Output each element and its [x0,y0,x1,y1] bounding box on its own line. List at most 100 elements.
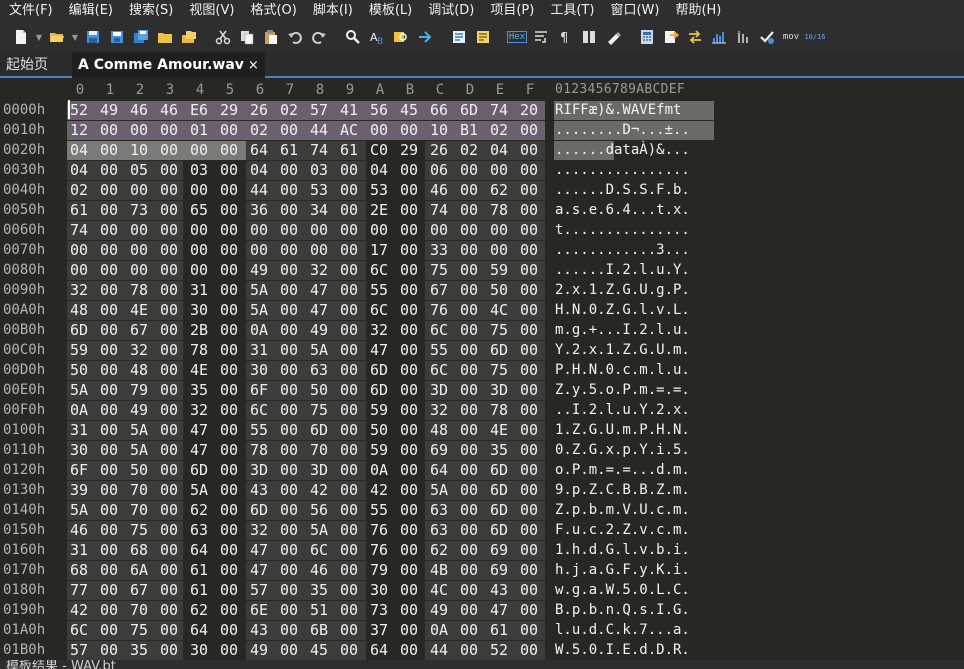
byte-cell[interactable]: 53 [370,181,388,200]
byte-cell[interactable]: 00 [100,521,118,540]
byte-cell[interactable]: 32 [370,321,388,340]
byte-cell[interactable]: 35 [130,641,148,660]
byte-cell[interactable]: 49 [250,641,268,660]
byte-cell[interactable]: 00 [100,401,118,420]
byte-cell[interactable]: 00 [130,181,148,200]
byte-cell[interactable]: 00 [250,241,268,260]
byte-cell[interactable]: 29 [220,101,238,120]
ascii-text[interactable]: l.u.d.C.k.7...a. [555,621,690,640]
byte-cell[interactable]: 31 [70,541,88,560]
byte-cell[interactable]: 00 [220,281,238,300]
byte-cell[interactable]: 35 [310,581,328,600]
byte-cell[interactable]: 00 [160,501,178,520]
byte-cell[interactable]: 00 [130,241,148,260]
byte-cell[interactable]: 00 [280,161,298,180]
ascii-text[interactable]: Y.2.x.1.Z.G.U.m. [555,341,690,360]
hex-row[interactable]: 0090h 32 00 78 00 31 00 5A 00 47 00 55 00 67 00 50 00 2.x… [0,280,964,300]
byte-cell[interactable]: 47 [250,541,268,560]
byte-cell[interactable]: 00 [340,621,358,640]
byte-cell[interactable]: 62 [190,601,208,620]
byte-cell[interactable]: 00 [100,161,118,180]
byte-cell[interactable]: 00 [100,321,118,340]
byte-cell[interactable]: 00 [400,241,418,260]
ascii-text[interactable]: ................ [555,161,690,180]
byte-cell[interactable]: 00 [370,121,388,140]
template-icon[interactable] [448,26,470,48]
swap-icon[interactable] [684,26,706,48]
byte-cell[interactable]: 00 [430,221,448,240]
byte-cell[interactable]: 00 [280,281,298,300]
byte-cell[interactable]: 00 [400,321,418,340]
hex-row[interactable]: 0070h 00 00 00 00 00 00 00 00 00 00 17 00 33 00 00 00...… [0,240,964,260]
byte-cell[interactable]: 00 [520,621,538,640]
byte-cell[interactable]: 6D [490,481,508,500]
byte-cell[interactable]: 49 [430,601,448,620]
menu-item-3[interactable]: 视图(V) [180,0,241,22]
byte-cell[interactable]: 5A [70,381,88,400]
byte-cell[interactable]: 00 [220,361,238,380]
byte-cell[interactable]: AC [340,121,358,140]
byte-cell[interactable]: 00 [400,361,418,380]
menu-item-1[interactable]: 编辑(E) [60,0,120,22]
byte-cell[interactable]: 69 [490,561,508,580]
byte-cell[interactable]: 00 [280,361,298,380]
byte-cell[interactable]: 00 [400,301,418,320]
byte-cell[interactable]: 00 [460,321,478,340]
byte-cell[interactable]: 00 [340,581,358,600]
byte-cell[interactable]: 00 [190,141,208,160]
byte-cell[interactable]: 68 [130,541,148,560]
hex-row[interactable]: 0100h 31 00 5A 00 47 00 55 00 6D 00 50 00 48 00 4E 00 1.Z… [0,420,964,440]
byte-cell[interactable]: 00 [400,261,418,280]
byte-cell[interactable]: 32 [250,521,268,540]
byte-cell[interactable]: 3D [430,381,448,400]
byte-cell[interactable]: 5A [130,441,148,460]
menu-item-2[interactable]: 搜索(S) [120,0,180,22]
byte-cell[interactable]: 30 [250,361,268,380]
byte-cell[interactable]: 4C [490,301,508,320]
hex-row[interactable]: 0180h 77 00 67 00 61 00 57 00 35 00 30 00 4C 00 43 00 w.g… [0,580,964,600]
byte-cell[interactable]: 45 [400,101,418,120]
byte-cell[interactable]: 57 [310,101,328,120]
byte-cell[interactable]: 00 [400,161,418,180]
byte-cell[interactable]: 2E [370,201,388,220]
byte-cell[interactable]: 6D [490,461,508,480]
byte-cell[interactable]: 00 [460,481,478,500]
byte-cell[interactable]: 00 [520,481,538,500]
byte-cell[interactable]: 00 [460,241,478,260]
byte-cell[interactable]: 00 [100,381,118,400]
byte-cell[interactable]: 00 [400,481,418,500]
byte-cell[interactable]: 00 [280,441,298,460]
byte-cell[interactable]: 00 [340,341,358,360]
byte-cell[interactable]: 46 [160,101,178,120]
byte-cell[interactable]: 0A [370,461,388,480]
byte-cell[interactable]: 00 [460,421,478,440]
byte-cell[interactable]: 00 [340,361,358,380]
byte-cell[interactable]: 03 [190,161,208,180]
paragraph-icon[interactable]: ¶ [554,26,576,48]
byte-cell[interactable]: 5A [130,421,148,440]
byte-cell[interactable]: 75 [490,361,508,380]
byte-cell[interactable]: 00 [400,121,418,140]
byte-cell[interactable]: 00 [220,621,238,640]
byte-cell[interactable]: 6D [490,501,508,520]
byte-cell[interactable]: 00 [340,481,358,500]
byte-cell[interactable]: 00 [340,501,358,520]
byte-cell[interactable]: 6A [130,561,148,580]
byte-cell[interactable]: 79 [130,381,148,400]
byte-cell[interactable]: 00 [100,501,118,520]
byte-cell[interactable]: 00 [340,601,358,620]
byte-cell[interactable]: 00 [520,301,538,320]
byte-cell[interactable]: 6F [70,461,88,480]
byte-cell[interactable]: 43 [250,481,268,500]
byte-cell[interactable]: 46 [430,181,448,200]
byte-cell[interactable]: 00 [100,441,118,460]
byte-cell[interactable]: 00 [280,481,298,500]
byte-cell[interactable]: 00 [520,141,538,160]
menu-item-7[interactable]: 调试(D) [419,0,481,22]
byte-cell[interactable]: 34 [310,201,328,220]
histogram-icon[interactable] [708,26,730,48]
byte-cell[interactable]: 6E [250,601,268,620]
byte-cell[interactable]: 00 [220,481,238,500]
byte-cell[interactable]: 6D [460,101,478,120]
byte-cell[interactable]: 00 [460,561,478,580]
